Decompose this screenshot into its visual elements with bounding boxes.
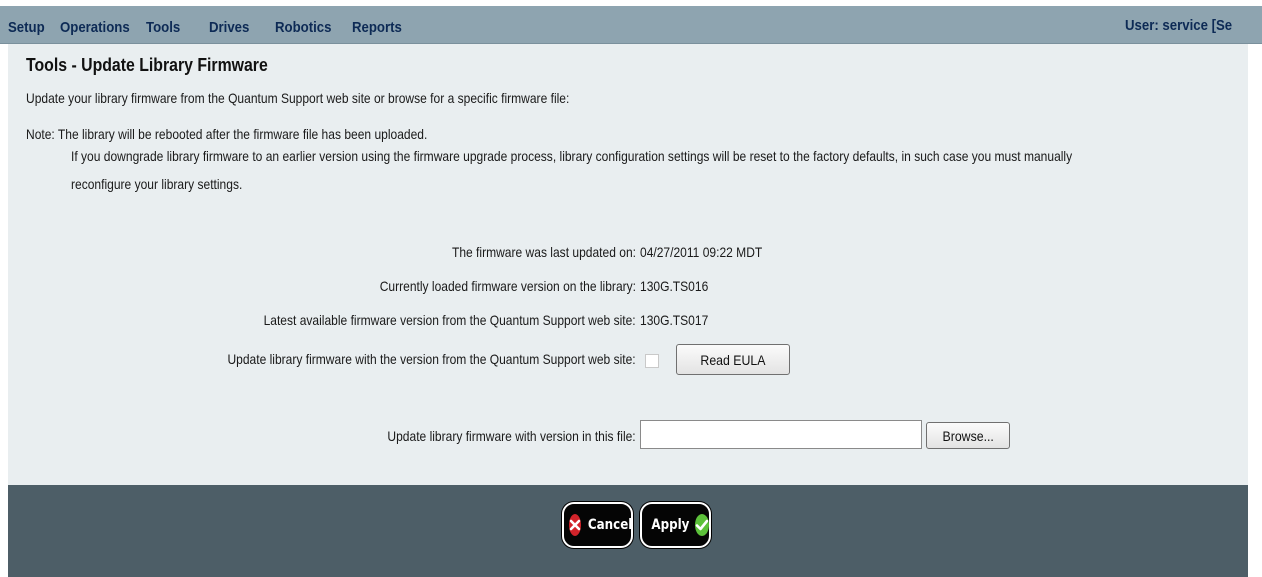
update-web-checkbox[interactable]: [645, 354, 659, 368]
menu-operations[interactable]: Operations: [60, 19, 130, 36]
firmware-file-input[interactable]: [640, 420, 922, 449]
browse-label: Browse...: [942, 427, 994, 444]
user-label: User: service [Se: [1125, 17, 1233, 34]
update-file-label: Update library firmware with version in …: [387, 428, 636, 444]
latest-version-value: 130G.TS017: [640, 312, 709, 328]
menu-drives[interactable]: Drives: [209, 19, 249, 36]
update-web-label: Update library firmware with the version…: [227, 351, 636, 367]
apply-button[interactable]: Apply: [640, 502, 711, 548]
intro-text: Update your library firmware from the Qu…: [26, 90, 570, 106]
note-line-3: reconfigure your library settings.: [71, 176, 243, 192]
last-updated-label: The firmware was last updated on:: [451, 244, 636, 260]
note-line-1: Note: The library will be rebooted after…: [26, 126, 428, 142]
check-circle-icon: [694, 514, 709, 536]
cancel-button[interactable]: Cancel: [562, 502, 633, 548]
note-line-2: If you downgrade library firmware to an …: [71, 148, 1073, 164]
read-eula-button[interactable]: Read EULA: [676, 344, 790, 375]
cancel-label: Cancel: [587, 517, 633, 533]
menu-robotics[interactable]: Robotics: [275, 19, 331, 36]
menu-reports[interactable]: Reports: [352, 19, 402, 36]
browse-button[interactable]: Browse...: [926, 422, 1010, 449]
current-version-value: 130G.TS016: [640, 278, 709, 294]
apply-label: Apply: [651, 517, 690, 533]
x-circle-icon: [569, 514, 581, 536]
menu-tools[interactable]: Tools: [146, 19, 180, 36]
latest-version-label: Latest available firmware version from t…: [263, 312, 636, 328]
last-updated-value: 04/27/2011 09:22 MDT: [640, 244, 763, 260]
menu-setup[interactable]: Setup: [8, 19, 45, 36]
menu-bar: Setup Operations Tools Drives Robotics R…: [0, 6, 1262, 44]
page-title: Tools - Update Library Firmware: [26, 55, 268, 75]
content-panel: [8, 44, 1248, 485]
current-version-label: Currently loaded firmware version on the…: [379, 278, 636, 294]
read-eula-label: Read EULA: [700, 351, 766, 368]
